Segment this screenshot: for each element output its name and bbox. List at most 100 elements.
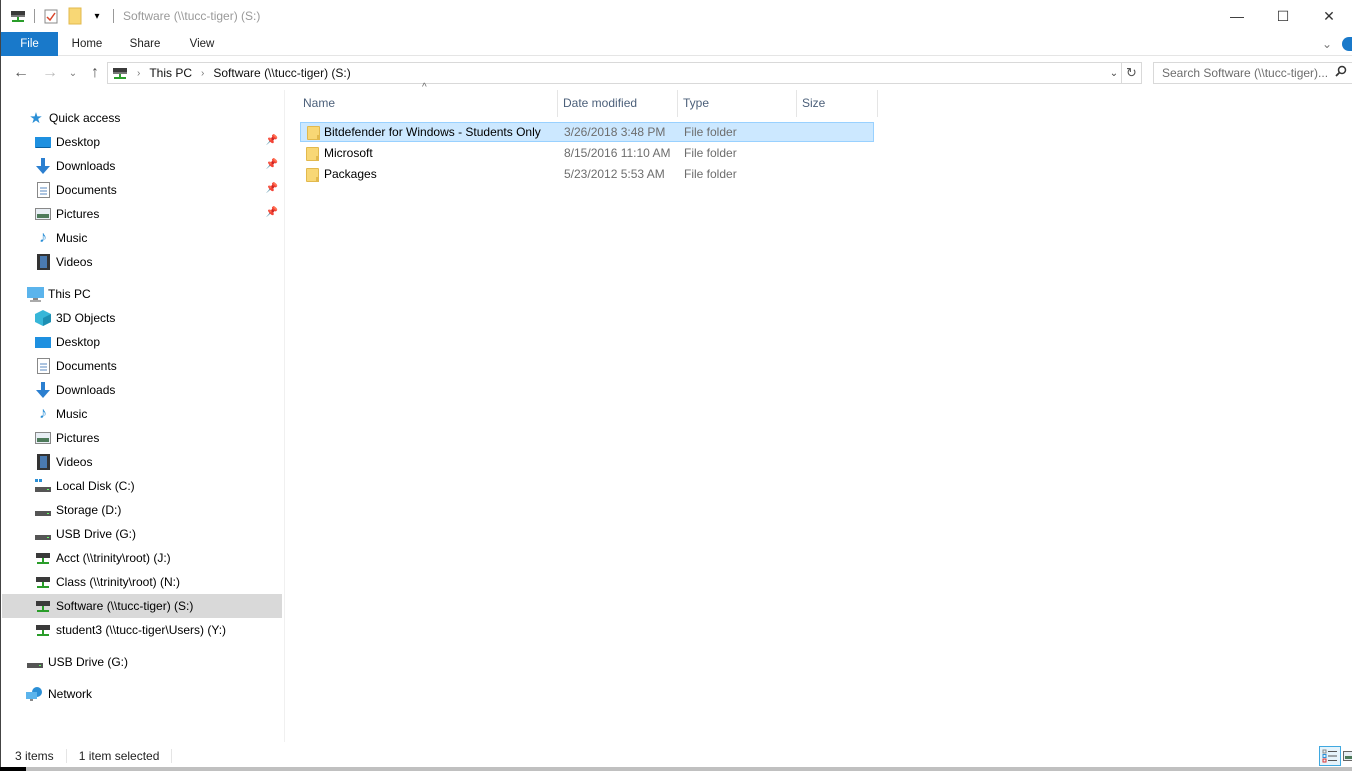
toolbar-separator — [34, 9, 35, 23]
maximize-button[interactable]: ☐ — [1260, 0, 1306, 32]
taskbar-edge — [0, 767, 1352, 771]
back-button[interactable]: ← — [11, 63, 31, 83]
file-row[interactable]: Microsoft 8/15/2016 11:10 AM File folder — [300, 144, 874, 164]
expand-ribbon-icon[interactable]: ⌄ — [1322, 37, 1332, 51]
column-header-date-modified[interactable]: Date modified — [558, 90, 678, 117]
ribbon-tabs: File Home Share View ⌄ — [1, 32, 1352, 56]
sidebar-item-3d-objects[interactable]: 3D Objects — [2, 306, 282, 330]
pin-icon[interactable]: 📌 — [266, 159, 278, 170]
sidebar-item-downloads[interactable]: Downloads — [2, 378, 282, 402]
folder-icon — [306, 147, 319, 161]
downloads-icon — [34, 157, 52, 175]
sidebar-item-network[interactable]: Network — [2, 682, 282, 706]
file-row[interactable]: Packages 5/23/2012 5:53 AM File folder — [300, 165, 874, 185]
sidebar-item-software-s[interactable]: Software (\\tucc-tiger) (S:) — [2, 594, 282, 618]
breadcrumb-chevron-icon[interactable]: › — [137, 68, 140, 79]
sidebar-item-documents[interactable]: Documents — [2, 354, 282, 378]
refresh-button[interactable]: ↻ — [1121, 63, 1141, 83]
recent-locations-button[interactable]: ⌄ — [66, 63, 80, 83]
file-date: 8/15/2016 11:10 AM — [564, 146, 671, 160]
pictures-icon — [34, 429, 52, 447]
file-list: ^ Name Date modified Type Size Bitdefend… — [298, 82, 1352, 742]
sidebar-item-music[interactable]: ♪ Music — [2, 402, 282, 426]
column-header-type[interactable]: Type — [678, 90, 797, 117]
ribbon-controls: ⌄ — [1322, 32, 1352, 56]
sidebar-item-qa-videos[interactable]: Videos — [2, 250, 282, 274]
toolbar-separator — [113, 9, 114, 23]
local-disk-icon — [34, 477, 52, 495]
sidebar-item-student3-y[interactable]: student3 (\\tucc-tiger\Users) (Y:) — [2, 618, 282, 642]
pin-icon[interactable]: 📌 — [266, 135, 278, 146]
pin-icon[interactable]: 📌 — [266, 207, 278, 218]
address-bar[interactable]: › This PC › Software (\\tucc-tiger) (S:)… — [107, 62, 1142, 84]
folder-icon — [306, 168, 319, 182]
sidebar-item-videos[interactable]: Videos — [2, 450, 282, 474]
3d-objects-icon — [34, 309, 52, 327]
pictures-icon — [34, 205, 52, 223]
sidebar-item-acct-j[interactable]: Acct (\\trinity\root) (J:) — [2, 546, 282, 570]
network-drive-icon[interactable] — [9, 7, 27, 25]
sidebar-item-desktop[interactable]: Desktop — [2, 330, 282, 354]
sidebar-item-qa-music[interactable]: ♪ Music — [2, 226, 282, 250]
tab-share[interactable]: Share — [125, 32, 165, 56]
close-button[interactable]: ✕ — [1306, 0, 1352, 32]
tab-file[interactable]: File — [1, 32, 58, 56]
search-placeholder: Search Software (\\tucc-tiger)... — [1162, 66, 1329, 80]
column-header-name[interactable]: Name — [298, 90, 558, 117]
window-controls: — ☐ ✕ — [1214, 0, 1352, 32]
drive-icon — [34, 501, 52, 519]
network-drive-icon — [34, 597, 52, 615]
sidebar-item-local-disk-c[interactable]: Local Disk (C:) — [2, 474, 282, 498]
sidebar-item-qa-downloads[interactable]: Downloads 📌 — [2, 154, 282, 178]
file-date: 3/26/2018 3:48 PM — [564, 125, 666, 139]
minimize-button[interactable]: — — [1214, 0, 1260, 32]
help-icon[interactable] — [1342, 37, 1352, 51]
details-view-button[interactable] — [1319, 746, 1341, 766]
tab-view[interactable]: View — [182, 32, 222, 56]
sidebar-item-qa-pictures[interactable]: Pictures 📌 — [2, 202, 282, 226]
search-icon — [1335, 65, 1347, 80]
documents-icon — [34, 357, 52, 375]
documents-icon — [34, 181, 52, 199]
new-folder-icon[interactable] — [66, 7, 84, 25]
sidebar-item-qa-documents[interactable]: Documents 📌 — [2, 178, 282, 202]
drive-icon — [34, 525, 52, 543]
file-type: File folder — [684, 125, 737, 139]
file-explorer-window: ▾ Software (\\tucc-tiger) (S:) — ☐ ✕ Fil… — [0, 0, 1352, 767]
file-row[interactable]: Bitdefender for Windows - Students Only … — [300, 122, 874, 142]
network-drive-icon — [34, 573, 52, 591]
column-header-size[interactable]: Size — [797, 90, 878, 117]
sidebar-item-usb-drive-root[interactable]: USB Drive (G:) — [2, 650, 282, 674]
breadcrumb-chevron-icon[interactable]: › — [201, 68, 204, 79]
drive-icon — [26, 653, 44, 671]
forward-button[interactable]: → — [40, 63, 60, 83]
star-icon: ★ — [29, 110, 43, 127]
navigation-pane: ★ Quick access Desktop 📌 Downloads 📌 Doc… — [1, 90, 285, 742]
properties-icon[interactable] — [42, 7, 60, 25]
title-bar: ▾ Software (\\tucc-tiger) (S:) — ☐ ✕ — [1, 0, 1352, 32]
sidebar-item-storage-d[interactable]: Storage (D:) — [2, 498, 282, 522]
address-dropdown-icon[interactable]: ⌄ — [1107, 63, 1121, 83]
sidebar-item-class-n[interactable]: Class (\\trinity\root) (N:) — [2, 570, 282, 594]
downloads-icon — [34, 381, 52, 399]
breadcrumb-software-drive[interactable]: Software (\\tucc-tiger) (S:) — [213, 66, 350, 80]
file-date: 5/23/2012 5:53 AM — [564, 167, 665, 181]
sidebar-item-usb-drive-g[interactable]: USB Drive (G:) — [2, 522, 282, 546]
search-input[interactable]: Search Software (\\tucc-tiger)... — [1153, 62, 1352, 84]
sidebar-item-qa-desktop[interactable]: Desktop 📌 — [2, 130, 282, 154]
tab-home[interactable]: Home — [67, 32, 107, 56]
file-name: Microsoft — [324, 146, 373, 160]
pin-icon[interactable]: 📌 — [266, 183, 278, 194]
selection-count: 1 item selected — [67, 748, 173, 763]
large-icons-view-button[interactable] — [1343, 746, 1352, 766]
window-title: Software (\\tucc-tiger) (S:) — [123, 9, 261, 23]
file-type: File folder — [684, 146, 737, 160]
sidebar-item-this-pc[interactable]: This PC — [2, 282, 282, 306]
breadcrumb-this-pc[interactable]: This PC — [149, 66, 192, 80]
up-button[interactable]: ↑ — [86, 63, 104, 83]
network-drive-icon — [34, 621, 52, 639]
sidebar-item-pictures[interactable]: Pictures — [2, 426, 282, 450]
file-name: Bitdefender for Windows - Students Only — [324, 125, 541, 139]
customize-toolbar-icon[interactable]: ▾ — [88, 7, 106, 25]
sidebar-item-quick-access[interactable]: ★ Quick access — [2, 106, 282, 130]
